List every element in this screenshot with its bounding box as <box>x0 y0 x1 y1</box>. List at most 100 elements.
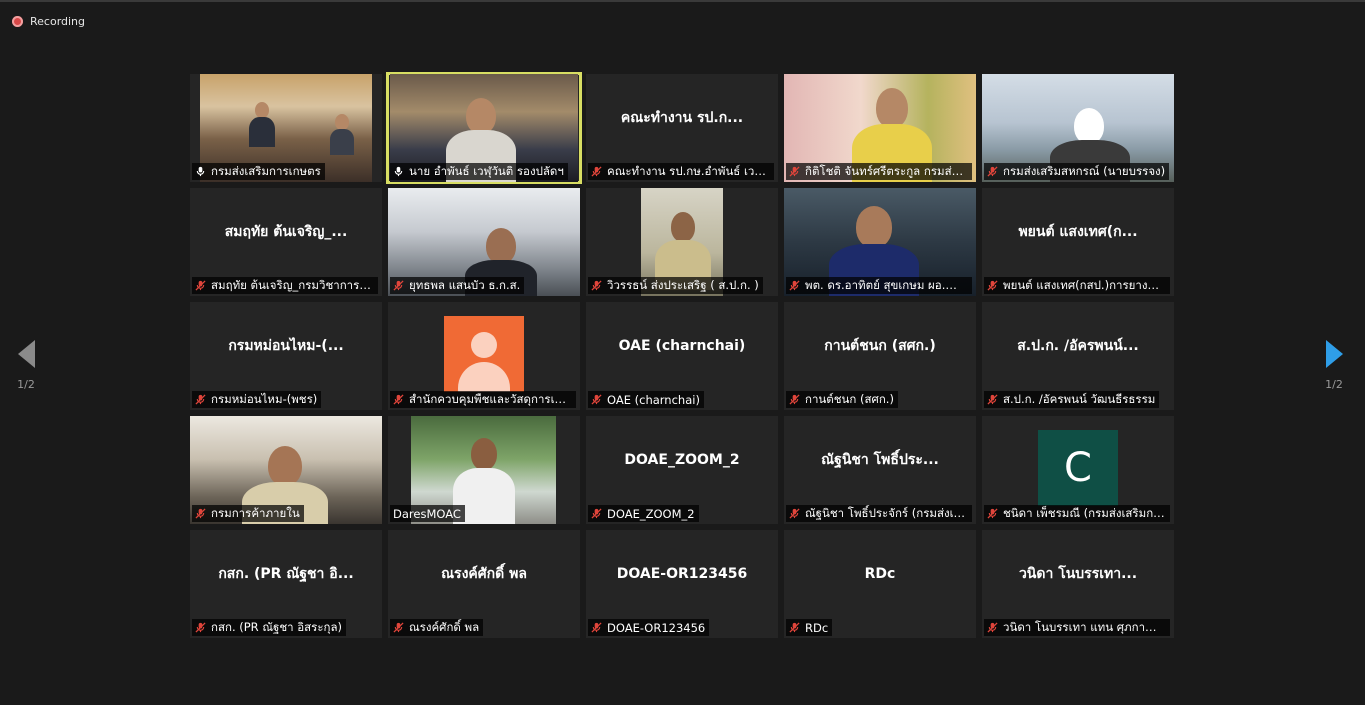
participant-name: วิวรรธน์ ส่งประเสริฐ ( ส.ป.ก. ) <box>607 277 759 292</box>
participant-tile[interactable]: DOAE-OR123456 DOAE-OR123456 <box>586 530 778 638</box>
participant-display-name: สมฤทัย ต้นเจริญ_... <box>224 224 348 240</box>
mic-muted-icon <box>789 394 800 405</box>
participant-name: ส.ป.ก. /อัครพนน์ วัฒนธีรธรรม <box>1003 391 1156 406</box>
participant-tile[interactable]: กรมส่งเสริมสหกรณ์ (นายบรรจง) <box>982 74 1174 182</box>
participant-label: พต. ดร.อาทิตย์ สุขเกษม ผอ.สำนัก <box>786 277 972 294</box>
participant-tile[interactable]: กรมหม่อนไหม-(... กรมหม่อนไหม-(พชร) <box>190 302 382 410</box>
participant-name: กรมการค้าภายใน <box>211 505 300 520</box>
letter-avatar: C <box>1038 430 1118 506</box>
participant-label: นาย อำพันธ์ เวฬุวันติ รองปลัดฯ <box>390 163 568 180</box>
participant-display-name: RDc <box>864 566 896 582</box>
participant-tile[interactable]: DaresMOAC <box>388 416 580 524</box>
participant-display-name: คณะทำงาน รป.ก... <box>620 110 744 126</box>
recording-label: Recording <box>30 15 86 28</box>
window-top-border <box>0 0 1365 2</box>
mic-muted-icon <box>789 280 800 291</box>
participant-label: กรมหม่อนไหม-(พชร) <box>192 391 322 408</box>
participant-tile[interactable]: วิวรรธน์ ส่งประเสริฐ ( ส.ป.ก. ) <box>586 188 778 296</box>
mic-muted-icon <box>789 166 800 177</box>
participant-display-name: ณัฐนิชา โพธิ์ประ... <box>821 452 939 468</box>
participant-name: นาย อำพันธ์ เวฬุวันติ รองปลัดฯ <box>409 163 564 178</box>
participant-name: กานต์ชนก (สศก.) <box>805 391 894 406</box>
participant-label: ชนิดา เพ็ชรมณี (กรมส่งเสริมการเกษตร) <box>984 505 1170 522</box>
participant-name: ยุทธพล แสนบัว ธ.ก.ส. <box>409 277 521 292</box>
participant-tile[interactable]: C ชนิดา เพ็ชรมณี (กรมส่งเสริมการเกษตร) <box>982 416 1174 524</box>
mic-muted-icon <box>987 166 998 177</box>
mic-muted-icon <box>789 508 800 519</box>
participant-name: DaresMOAC <box>393 506 461 521</box>
participant-name: ณรงค์ศักดิ์ พล <box>409 619 480 634</box>
previous-page-button[interactable]: 1/2 <box>6 340 46 391</box>
participant-label: DOAE_ZOOM_2 <box>588 505 699 522</box>
participant-name: พต. ดร.อาทิตย์ สุขเกษม ผอ.สำนัก <box>805 277 968 292</box>
participant-label: ส.ป.ก. /อัครพนน์ วัฒนธีรธรรม <box>984 391 1160 408</box>
participant-label: วิวรรธน์ ส่งประเสริฐ ( ส.ป.ก. ) <box>588 277 763 294</box>
participant-name: วนิดา โนบรรเทา แทน ศุภกาญจน์ <box>1003 619 1166 634</box>
participant-label: สมฤทัย ต้นเจริญ_กรมวิชาการเกษตร <box>192 277 378 294</box>
participant-tile[interactable]: พยนต์ แสงเทศ(ก... พยนต์ แสงเทศ(กสป.)การย… <box>982 188 1174 296</box>
participant-name: กิติโชติ จันทร์ศรีตระกูล กรมส่งเสริมการเ… <box>805 163 968 178</box>
participant-label: คณะทำงาน รป.กษ.อำพันธ์ เวฬุวันติ <box>588 163 774 180</box>
participant-tile[interactable]: DOAE_ZOOM_2 DOAE_ZOOM_2 <box>586 416 778 524</box>
participant-tile[interactable]: พต. ดร.อาทิตย์ สุขเกษม ผอ.สำนัก <box>784 188 976 296</box>
record-icon <box>12 16 23 27</box>
participant-tile[interactable]: สมฤทัย ต้นเจริญ_... สมฤทัย ต้นเจริญ_กรมว… <box>190 188 382 296</box>
participant-tile[interactable]: ส.ป.ก. /อัครพนน์... ส.ป.ก. /อัครพนน์ วัฒ… <box>982 302 1174 410</box>
participant-label: กสก. (PR ณัฐชา อิสระกุล) <box>192 619 347 636</box>
participant-name: กรมส่งเสริมสหกรณ์ (นายบรรจง) <box>1003 163 1166 178</box>
mic-muted-icon <box>591 508 602 519</box>
participant-label: กรมการค้าภายใน <box>192 505 304 522</box>
mic-muted-icon <box>195 508 206 519</box>
participant-display-name: ส.ป.ก. /อัครพนน์... <box>1017 338 1139 354</box>
participant-label: กานต์ชนก (สศก.) <box>786 391 898 408</box>
default-avatar-icon <box>444 316 524 392</box>
page-indicator-right: 1/2 <box>1325 378 1343 391</box>
participant-label: สำนักควบคุมพืชและวัสดุการเกษตร <box>390 391 576 408</box>
participant-tile[interactable]: คณะทำงาน รป.ก... คณะทำงาน รป.กษ.อำพันธ์ … <box>586 74 778 182</box>
participant-name: สมฤทัย ต้นเจริญ_กรมวิชาการเกษตร <box>211 277 374 292</box>
participant-name: คณะทำงาน รป.กษ.อำพันธ์ เวฬุวันติ <box>607 163 770 178</box>
mic-muted-icon <box>195 622 206 633</box>
mic-muted-icon <box>789 622 800 633</box>
participant-name: กสก. (PR ณัฐชา อิสระกุล) <box>211 619 343 634</box>
participant-tile[interactable]: ยุทธพล แสนบัว ธ.ก.ส. <box>388 188 580 296</box>
participant-label: DaresMOAC <box>390 505 465 522</box>
mic-muted-icon <box>591 166 602 177</box>
participant-tile[interactable]: ณัฐนิชา โพธิ์ประ... ณัฐนิชา โพธิ์ประจักร… <box>784 416 976 524</box>
participant-name: RDc <box>805 620 829 635</box>
participant-tile[interactable]: OAE (charnchai) OAE (charnchai) <box>586 302 778 410</box>
participant-tile[interactable]: กิติโชติ จันทร์ศรีตระกูล กรมส่งเสริมการเ… <box>784 74 976 182</box>
microphone-icon <box>394 166 403 177</box>
mic-muted-icon <box>987 508 998 519</box>
participant-name: DOAE_ZOOM_2 <box>607 506 695 521</box>
page-indicator-left: 1/2 <box>17 378 35 391</box>
participant-label: ยุทธพล แสนบัว ธ.ก.ส. <box>390 277 525 294</box>
participant-label: พยนต์ แสงเทศ(กสป.)การยางแห่งประเทศไทย <box>984 277 1170 294</box>
participant-display-name: พยนต์ แสงเทศ(ก... <box>1018 224 1138 240</box>
participant-label: วนิดา โนบรรเทา แทน ศุภกาญจน์ <box>984 619 1170 636</box>
participant-tile[interactable]: ณรงค์ศักดิ์ พล ณรงค์ศักดิ์ พล <box>388 530 580 638</box>
participant-tile[interactable]: สำนักควบคุมพืชและวัสดุการเกษตร <box>388 302 580 410</box>
participant-display-name: กรมหม่อนไหม-(... <box>228 338 344 354</box>
participant-tile[interactable]: RDc RDc <box>784 530 976 638</box>
participant-name: กรมหม่อนไหม-(พชร) <box>211 391 318 406</box>
mic-muted-icon <box>591 622 602 633</box>
participant-name: ชนิดา เพ็ชรมณี (กรมส่งเสริมการเกษตร) <box>1003 505 1166 520</box>
participant-display-name: กานต์ชนก (สศก.) <box>824 338 936 354</box>
participant-tile[interactable]: กสก. (PR ณัฐชา อิ... กสก. (PR ณัฐชา อิสร… <box>190 530 382 638</box>
participant-label: OAE (charnchai) <box>588 391 704 408</box>
participant-tile[interactable]: วนิดา โนบรรเทา... วนิดา โนบรรเทา แทน ศุภ… <box>982 530 1174 638</box>
participant-tile-active-speaker[interactable]: นาย อำพันธ์ เวฬุวันติ รองปลัดฯ <box>386 72 582 184</box>
participant-tile[interactable]: กรมการค้าภายใน <box>190 416 382 524</box>
mic-muted-icon <box>393 280 404 291</box>
next-page-button[interactable]: 1/2 <box>1314 340 1354 391</box>
participant-name: DOAE-OR123456 <box>607 620 706 635</box>
participant-label: ณรงค์ศักดิ์ พล <box>390 619 484 636</box>
participant-tile[interactable]: กรมส่งเสริมการเกษตร <box>190 74 382 182</box>
mic-muted-icon <box>987 280 998 291</box>
participant-tile[interactable]: กานต์ชนก (สศก.) กานต์ชนก (สศก.) <box>784 302 976 410</box>
participant-gallery: กรมส่งเสริมการเกษตร นาย อำพันธ์ เวฬุวันต… <box>190 72 1174 638</box>
participant-name: กรมส่งเสริมการเกษตร <box>211 163 321 178</box>
participant-name: OAE (charnchai) <box>607 392 700 407</box>
participant-display-name: ณรงค์ศักดิ์ พล <box>441 566 527 582</box>
